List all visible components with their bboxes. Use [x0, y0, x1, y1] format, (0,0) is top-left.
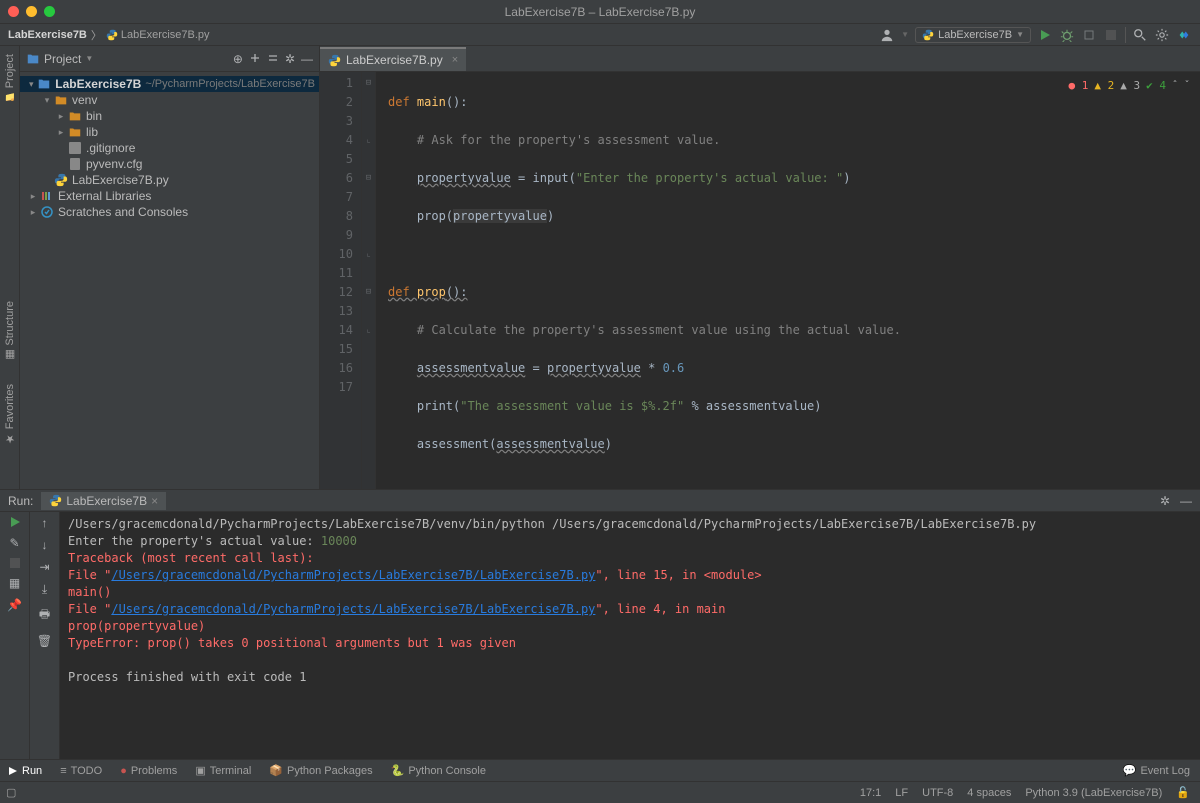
breadcrumb-separator: 〉 [91, 27, 102, 43]
editor-area: LabExercise7B.py × ● 1 ▲ 2 ▲ 3 ✔ 4 ˆ ˇ 1… [320, 46, 1200, 489]
scratches-node[interactable]: ▸ Scratches and Consoles [20, 204, 319, 220]
lib-node[interactable]: ▸ lib [20, 124, 319, 140]
run-tool-window: Run: LabExercise7B × ✲ — ✎ ▦ 📌 ↑ ↓ ⇥ ⤓ 🖶… [0, 489, 1200, 759]
lock-icon[interactable]: 🔓 [1176, 786, 1190, 799]
close-window-button[interactable] [8, 6, 19, 17]
status-bar: ▢ 17:1 LF UTF-8 4 spaces Python 3.9 (Lab… [0, 781, 1200, 803]
attach-debug-button[interactable]: ✎ [9, 536, 19, 550]
file-encoding[interactable]: UTF-8 [922, 787, 953, 799]
search-everywhere-button[interactable] [1132, 27, 1148, 43]
project-root-node[interactable]: ▾ LabExercise7B ~/PycharmProjects/LabExe… [20, 76, 319, 92]
interpreter-status[interactable]: Python 3.9 (LabExercise7B) [1025, 787, 1162, 799]
run-tool-tab[interactable]: Run [8, 765, 42, 777]
clear-button[interactable]: 🗑 [37, 634, 52, 648]
breadcrumb-file[interactable]: LabExercise7B.py [121, 29, 210, 41]
title-bar: LabExercise7B – LabExercise7B.py [0, 0, 1200, 24]
soft-wrap-button[interactable]: ⇥ [39, 560, 49, 574]
problems-tool-tab[interactable]: ●Problems [120, 765, 177, 777]
scroll-to-end-button[interactable]: ⤓ [42, 582, 47, 597]
run-with-coverage-button[interactable] [1081, 27, 1097, 43]
select-opened-file-icon[interactable]: ⊕ [233, 52, 243, 66]
minimize-window-button[interactable] [26, 6, 37, 17]
scroll-up-button[interactable]: ↑ [42, 516, 48, 530]
terminal-tool-tab[interactable]: ▣Terminal [195, 764, 251, 777]
code-editor[interactable]: ● 1 ▲ 2 ▲ 3 ✔ 4 ˆ ˇ 12345678910111213141… [320, 72, 1200, 489]
layout-button[interactable]: ▦ [9, 576, 20, 590]
event-log-tool-tab[interactable]: 💬Event Log [1123, 764, 1190, 777]
code-with-me-button[interactable] [1176, 27, 1192, 43]
run-button[interactable] [1037, 27, 1053, 43]
traceback-link[interactable]: /Users/gracemcdonald/PycharmProjects/Lab… [111, 602, 595, 616]
hide-icon[interactable]: — [301, 52, 313, 66]
favorites-tool-button[interactable]: ★ Favorites [4, 380, 16, 449]
collapse-all-icon[interactable] [267, 52, 279, 66]
structure-tool-button[interactable]: ▦ Structure [4, 297, 16, 366]
python-packages-tool-tab[interactable]: 📦Python Packages [269, 764, 372, 777]
project-tree[interactable]: ▾ LabExercise7B ~/PycharmProjects/LabExe… [20, 72, 319, 224]
fold-gutter[interactable]: ⊟⌞⊟⌞⊟⌞ [362, 72, 376, 489]
python-file-icon [106, 29, 118, 41]
breadcrumb-project[interactable]: LabExercise7B [8, 29, 87, 41]
editor-tab-label: LabExercise7B.py [346, 53, 443, 67]
pin-button[interactable]: 📌 [7, 598, 22, 612]
run-tab[interactable]: LabExercise7B × [41, 492, 166, 510]
run-config-name: LabExercise7B [938, 29, 1012, 41]
venv-node[interactable]: ▾ venv [20, 92, 319, 108]
expand-all-icon[interactable] [249, 52, 261, 66]
inspection-indicators[interactable]: ● 1 ▲ 2 ▲ 3 ✔ 4 ˆ ˇ [1068, 76, 1190, 95]
tool-windows-icon[interactable]: ▢ [6, 786, 16, 799]
run-hide-icon[interactable]: — [1180, 494, 1192, 508]
stop-process-button[interactable] [10, 558, 20, 568]
settings-icon[interactable]: ✲ [285, 52, 295, 66]
main-file-node[interactable]: LabExercise7B.py [20, 172, 319, 188]
project-panel-title[interactable]: Project ▼ [26, 52, 229, 66]
close-tab-icon[interactable]: × [452, 54, 458, 66]
project-tool-window: Project ▼ ⊕ ✲ — ▾ LabExercise7B ~/Pychar… [20, 46, 320, 489]
external-libraries-node[interactable]: ▸ External Libraries [20, 188, 319, 204]
user-icon[interactable] [879, 27, 895, 43]
pyvenv-cfg-node[interactable]: pyvenv.cfg [20, 156, 319, 172]
bottom-tool-bar: Run ≡TODO ●Problems ▣Terminal 📦Python Pa… [0, 759, 1200, 781]
indent-setting[interactable]: 4 spaces [967, 787, 1011, 799]
project-tool-button[interactable]: 📁 Project [4, 50, 16, 106]
debug-button[interactable] [1059, 27, 1075, 43]
navigation-bar: LabExercise7B 〉 LabExercise7B.py ▼ LabEx… [0, 24, 1200, 46]
run-panel-label: Run: [8, 494, 33, 508]
run-settings-icon[interactable]: ✲ [1160, 494, 1170, 508]
settings-button[interactable] [1154, 27, 1170, 43]
maximize-window-button[interactable] [44, 6, 55, 17]
traceback-link[interactable]: /Users/gracemcdonald/PycharmProjects/Lab… [111, 568, 595, 582]
stop-button[interactable] [1103, 27, 1119, 43]
rerun-button[interactable] [9, 516, 21, 528]
todo-tool-tab[interactable]: ≡TODO [60, 765, 102, 777]
python-console-tool-tab[interactable]: 🐍Python Console [391, 764, 486, 777]
bin-node[interactable]: ▸ bin [20, 108, 319, 124]
console-output[interactable]: /Users/gracemcdonald/PycharmProjects/Lab… [60, 512, 1200, 759]
gitignore-node[interactable]: .gitignore [20, 140, 319, 156]
scroll-down-button[interactable]: ↓ [42, 538, 48, 552]
code-content[interactable]: def main(): # Ask for the property's ass… [376, 72, 901, 489]
editor-tab[interactable]: LabExercise7B.py × [320, 47, 466, 71]
left-tool-gutter: 📁 Project ▦ Structure ★ Favorites [0, 46, 20, 489]
run-configuration-selector[interactable]: LabExercise7B ▼ [915, 27, 1031, 43]
line-number-gutter[interactable]: 1234567891011121314151617 [320, 72, 362, 489]
caret-position[interactable]: 17:1 [860, 787, 881, 799]
line-separator[interactable]: LF [895, 787, 908, 799]
window-title: LabExercise7B – LabExercise7B.py [505, 5, 696, 19]
run-toolbar-secondary: ↑ ↓ ⇥ ⤓ 🖶 🗑 [30, 512, 60, 759]
print-button[interactable]: 🖶 [39, 605, 50, 626]
run-toolbar-primary: ✎ ▦ 📌 [0, 512, 30, 759]
